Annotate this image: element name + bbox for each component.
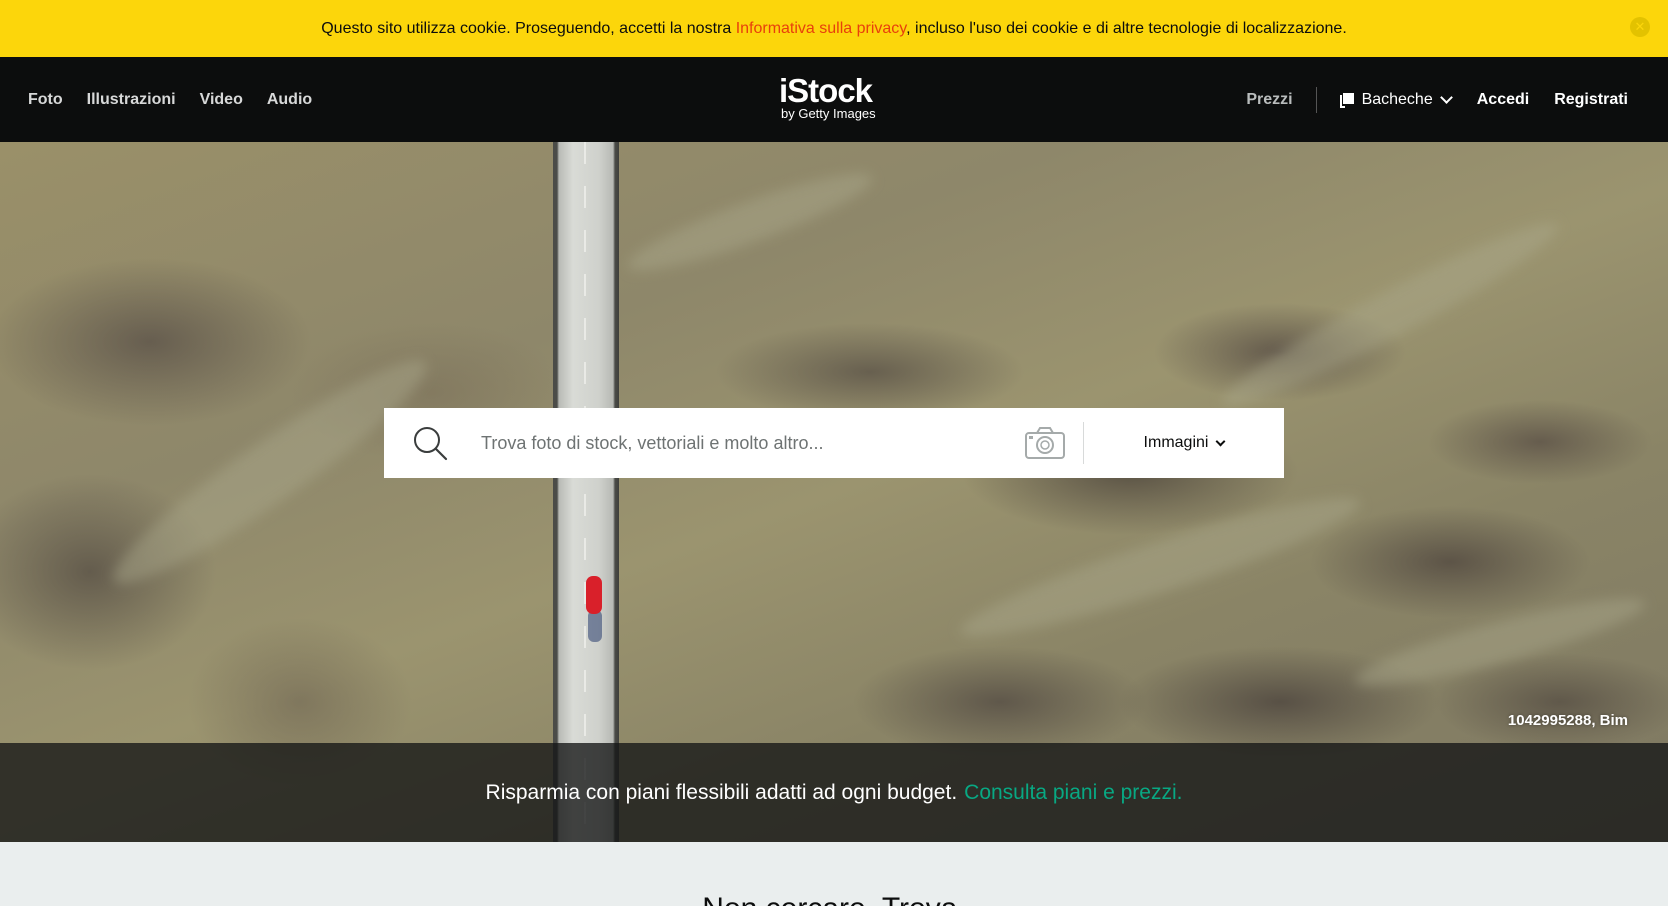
image-credit[interactable]: 1042995288, Bim bbox=[1508, 712, 1628, 729]
hero-texture bbox=[620, 158, 880, 286]
hero-car-shadow bbox=[588, 610, 602, 642]
close-icon[interactable]: ✕ bbox=[1630, 17, 1650, 37]
privacy-policy-link[interactable]: Informativa sulla privacy bbox=[736, 20, 906, 37]
boards-label: Bacheche bbox=[1361, 90, 1433, 108]
search-icon[interactable] bbox=[412, 425, 448, 461]
promo-text: Risparmia con piani flessibili adatti ad… bbox=[485, 780, 958, 804]
logo-main-text: iStock bbox=[779, 72, 873, 109]
hero-texture bbox=[1349, 583, 1651, 701]
nav-item-video[interactable]: Video bbox=[200, 91, 243, 109]
camera-icon[interactable] bbox=[1024, 425, 1066, 461]
logo-sub-text: by Getty Images bbox=[781, 106, 876, 121]
signin-link[interactable]: Accedi bbox=[1477, 91, 1529, 109]
boards-dropdown[interactable]: Bacheche bbox=[1339, 90, 1453, 109]
hero-texture bbox=[1211, 205, 1569, 424]
pricing-link[interactable]: Prezzi bbox=[1246, 91, 1292, 109]
account-nav: Prezzi Bacheche Accedi Registrati bbox=[1246, 57, 1628, 142]
search-bar: Immagini bbox=[384, 408, 1284, 478]
cookie-banner: Questo sito utilizza cookie. Proseguendo… bbox=[0, 0, 1668, 57]
boards-icon bbox=[1339, 93, 1354, 108]
nav-item-photos[interactable]: Foto bbox=[28, 91, 63, 109]
hero-car bbox=[586, 576, 602, 614]
hero-texture bbox=[952, 478, 1368, 656]
main-nav: Foto Illustrazioni Video Audio bbox=[28, 57, 312, 142]
hero-banner: 1042995288, Bim Risparmia con piani fles… bbox=[0, 142, 1668, 842]
cookie-text: Questo sito utilizza cookie. Proseguendo… bbox=[321, 20, 1347, 38]
cookie-text-after: , incluso l'uso dei cookie e di altre te… bbox=[906, 19, 1347, 37]
below-fold-section: Non cercare. Trova. bbox=[0, 842, 1668, 906]
site-header: Foto Illustrazioni Video Audio iStock by… bbox=[0, 57, 1668, 142]
media-type-select[interactable]: Immagini bbox=[1084, 408, 1284, 478]
search-input[interactable] bbox=[481, 408, 981, 478]
chevron-down-icon bbox=[1439, 90, 1453, 104]
promo-bar: Risparmia con piani flessibili adatti ad… bbox=[0, 743, 1668, 842]
chevron-down-icon bbox=[1216, 436, 1226, 446]
register-link[interactable]: Registrati bbox=[1554, 91, 1628, 109]
hero-bridge bbox=[553, 142, 619, 842]
media-type-label: Immagini bbox=[1143, 434, 1209, 451]
hero-bridge-line bbox=[584, 142, 586, 842]
plans-pricing-link[interactable]: Consulta piani e prezzi. bbox=[964, 781, 1182, 805]
nav-item-illustrations[interactable]: Illustrazioni bbox=[87, 91, 176, 109]
cookie-text-before: Questo sito utilizza cookie. Proseguendo… bbox=[321, 19, 736, 37]
section-title: Non cercare. Trova. bbox=[0, 892, 1668, 906]
nav-item-audio[interactable]: Audio bbox=[267, 91, 312, 109]
nav-divider bbox=[1315, 86, 1317, 113]
istock-logo[interactable]: iStock by Getty Images bbox=[779, 72, 891, 121]
